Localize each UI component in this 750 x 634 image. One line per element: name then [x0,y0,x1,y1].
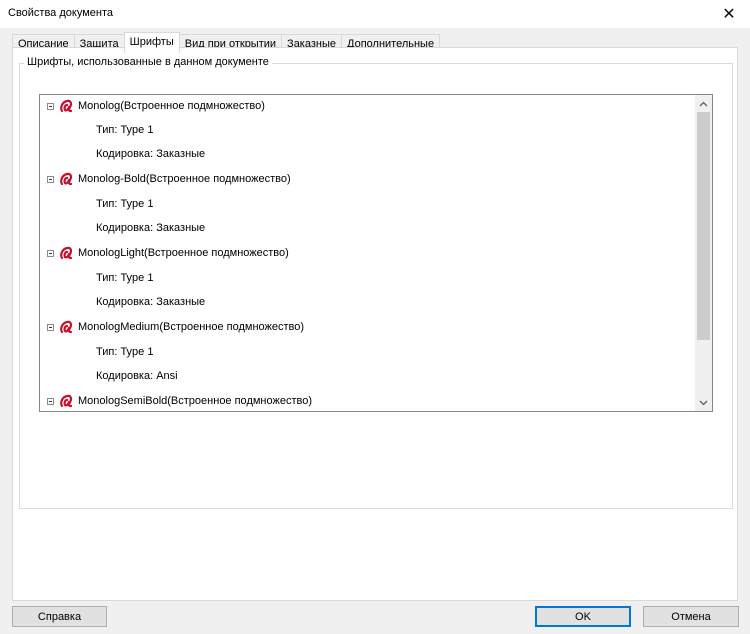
font-encoding: Кодировка: Заказные [96,296,206,308]
font-type: Тип: Type 1 [96,272,154,284]
dialog-body: Описание Защита Шрифты Вид при открытии … [0,28,750,634]
scroll-down-button[interactable] [695,394,712,411]
scroll-thumb[interactable] [697,112,710,340]
ok-button[interactable]: OK [535,606,631,627]
font-encoding: Кодировка: Заказные [96,148,206,160]
chevron-down-icon [699,400,708,405]
cancel-button[interactable]: Отмена [643,606,739,627]
font-encoding: Кодировка: Заказные [96,222,206,234]
fonts-groupbox: Шрифты, использованные в данном документ… [19,56,733,509]
font-type1-icon [59,171,75,187]
font-name: MonologLight(Встроенное подмножество) [78,247,289,259]
collapse-icon[interactable] [47,323,54,331]
font-name: MonologMedium(Встроенное подмножество) [78,321,305,333]
collapse-icon[interactable] [47,249,54,257]
collapse-icon[interactable] [47,397,54,405]
font-node[interactable]: Monolog(Встроенное подмножество) [40,96,265,116]
fonts-tab-panel: Шрифты, использованные в данном документ… [12,47,738,601]
font-type: Тип: Type 1 [96,346,154,358]
fonts-group-legend: Шрифты, использованные в данном документ… [24,56,272,68]
font-node[interactable]: MonologMedium(Встроенное подмножество) [40,317,304,337]
font-type: Тип: Type 1 [96,198,154,210]
font-type1-icon [59,393,75,409]
chevron-up-icon [699,101,708,106]
font-node[interactable]: MonologSemiBold(Встроенное подмножество) [40,391,312,411]
font-type1-icon [59,98,75,114]
font-type1-icon [59,245,75,261]
font-node[interactable]: Monolog-Bold(Встроенное подмножество) [40,169,291,189]
font-name: Monolog(Встроенное подмножество) [78,100,265,112]
scroll-up-button[interactable] [695,95,712,112]
help-button[interactable]: Справка [12,606,107,627]
font-type: Тип: Type 1 [96,124,154,136]
font-encoding: Кодировка: Ansi [96,370,178,382]
close-icon: ✕ [722,6,736,23]
collapse-icon[interactable] [47,102,54,110]
close-button[interactable]: ✕ [708,0,750,28]
font-name: MonologSemiBold(Встроенное подмножество) [78,395,313,407]
font-node[interactable]: MonologLight(Встроенное подмножество) [40,243,289,263]
title-bar: Свойства документа ✕ [0,0,750,28]
font-type1-icon [59,319,75,335]
window-title: Свойства документа [8,7,113,19]
tab-fonts[interactable]: Шрифты [123,32,180,53]
fonts-tree[interactable]: Monolog(Встроенное подмножество) Тип: Ty… [39,94,713,412]
vertical-scrollbar[interactable] [695,95,712,411]
collapse-icon[interactable] [47,175,54,183]
font-name: Monolog-Bold(Встроенное подмножество) [78,173,291,185]
